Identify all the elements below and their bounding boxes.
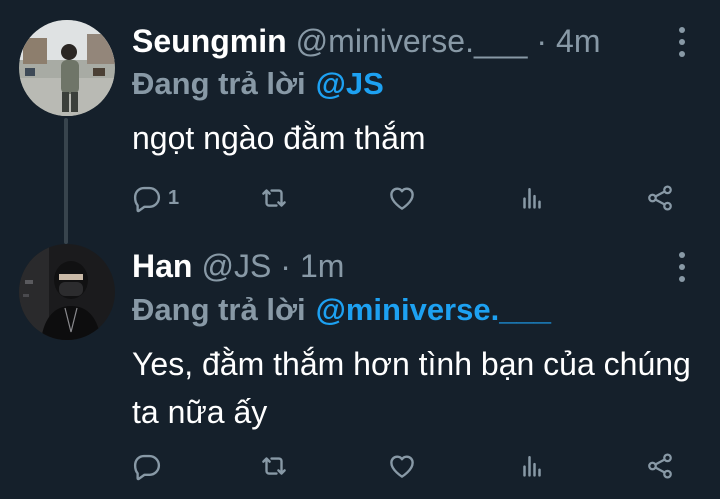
- reply-button[interactable]: 1: [132, 178, 179, 218]
- tweet[interactable]: Seungmin @miniverse.___ · 4m Đang trả lờ…: [0, 0, 720, 240]
- separator-dot: ·: [536, 22, 548, 59]
- reply-icon: [133, 186, 161, 213]
- analytics-button[interactable]: [517, 178, 547, 218]
- like-button[interactable]: [387, 446, 417, 486]
- retweet-button[interactable]: [259, 178, 289, 218]
- analytics-icon: [523, 456, 541, 477]
- replying-to-mention[interactable]: @miniverse.___: [316, 292, 551, 328]
- retweet-icon: [262, 457, 286, 475]
- avatar[interactable]: [19, 20, 115, 116]
- heart-icon: [390, 187, 414, 210]
- like-button[interactable]: [387, 178, 417, 218]
- tweet-text: Yes, đằm thắm hơn tình bạn của chúng ta …: [132, 346, 691, 430]
- analytics-button[interactable]: [517, 446, 547, 486]
- replying-to-label: Đang trả lời: [132, 292, 306, 327]
- tweet[interactable]: Han @JS · 1m Đang trả lời @miniverse.___…: [0, 240, 720, 499]
- username-handle[interactable]: @JS: [201, 248, 271, 285]
- tweet-header: Seungmin @miniverse.___ · 4m: [132, 21, 600, 61]
- tweet-actions: 1: [0, 178, 720, 218]
- replying-to: Đang trả lời @JS: [132, 66, 384, 102]
- share-button[interactable]: [645, 446, 675, 486]
- reply-thread: Seungmin @miniverse.___ · 4m Đang trả lờ…: [0, 0, 720, 499]
- retweet-icon: [262, 189, 286, 207]
- display-name[interactable]: Han: [132, 248, 192, 285]
- more-vertical-icon[interactable]: [677, 252, 687, 282]
- tweet-header: Han @JS · 1m: [132, 246, 344, 286]
- tweet-text: ngọt ngào đằm thắm: [132, 120, 426, 156]
- timestamp[interactable]: 1m: [300, 248, 344, 285]
- avatar-photo: [19, 20, 115, 116]
- share-icon: [648, 453, 672, 479]
- retweet-button[interactable]: [259, 446, 289, 486]
- avatar[interactable]: [19, 244, 115, 340]
- separator-dot: ·: [280, 247, 291, 284]
- share-button[interactable]: [645, 178, 675, 218]
- replying-to: Đang trả lời @miniverse.___: [132, 292, 551, 328]
- analytics-icon: [523, 188, 541, 209]
- heart-icon: [390, 455, 414, 478]
- reply-icon: [133, 454, 161, 481]
- tweet-actions: [0, 446, 720, 486]
- timestamp[interactable]: 4m: [556, 23, 600, 60]
- avatar-photo: [19, 244, 115, 340]
- replying-to-label: Đang trả lời: [132, 66, 306, 101]
- share-icon: [648, 185, 672, 211]
- display-name[interactable]: Seungmin: [132, 23, 287, 60]
- reply-count: 1: [168, 186, 180, 209]
- username-handle[interactable]: @miniverse.___: [296, 23, 528, 60]
- reply-button[interactable]: [132, 446, 168, 486]
- more-vertical-icon[interactable]: [677, 27, 687, 57]
- replying-to-mention[interactable]: @JS: [316, 66, 384, 102]
